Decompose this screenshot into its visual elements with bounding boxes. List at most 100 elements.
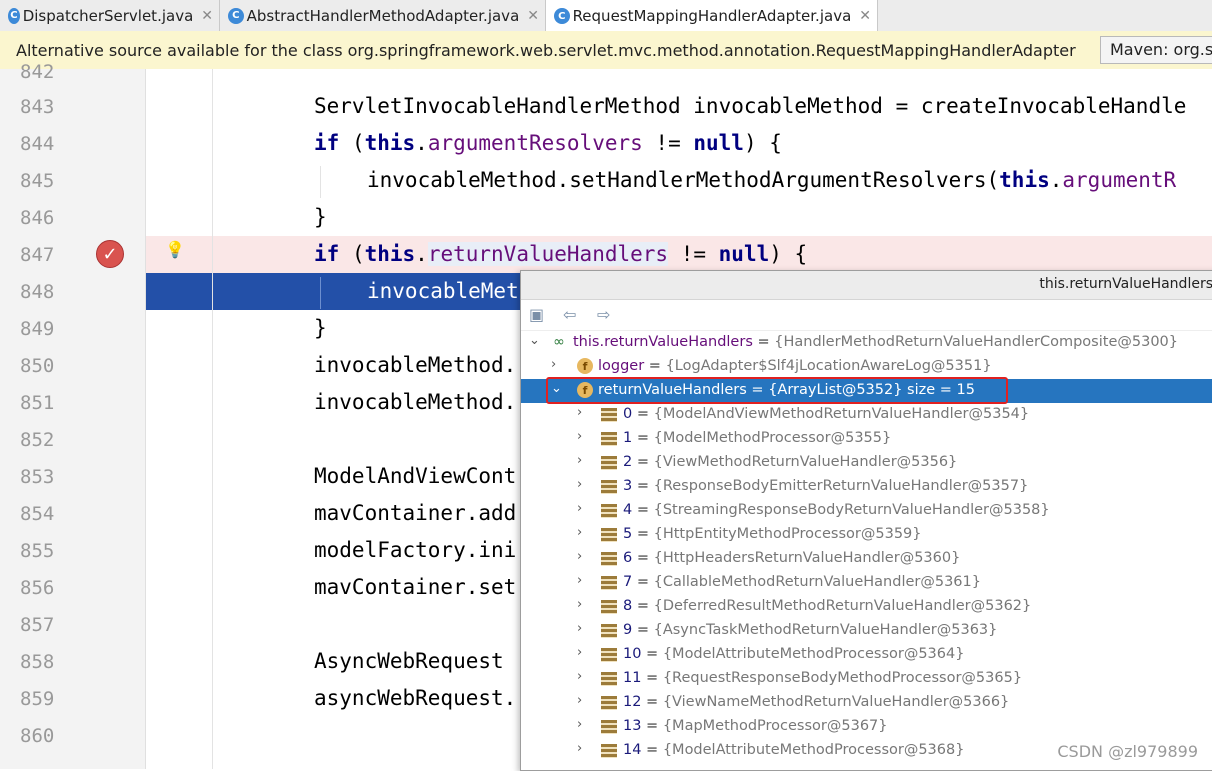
- tab-abstract-handler-method-adapter[interactable]: C AbstractHandlerMethodAdapter.java ✕: [220, 0, 546, 31]
- chevron-right-icon[interactable]: ›: [577, 717, 582, 732]
- tree-row-item[interactable]: › 3 = {ResponseBodyEmitterReturnValueHand…: [521, 475, 1212, 499]
- line-number: 843: [20, 96, 55, 118]
- code-line-854: mavContainer.add: [314, 501, 517, 525]
- banner-message: Alternative source available for the cla…: [16, 41, 1076, 60]
- chevron-right-icon[interactable]: ›: [577, 597, 582, 612]
- chevron-right-icon[interactable]: ›: [577, 693, 582, 708]
- field-icon: f: [577, 358, 593, 374]
- watch-icon[interactable]: ▣: [529, 305, 544, 324]
- tree-row-item[interactable]: › 4 = {StreamingResponseBodyReturnValueHa…: [521, 499, 1212, 523]
- class-icon: C: [228, 7, 244, 24]
- chevron-right-icon[interactable]: ›: [577, 525, 582, 540]
- code-line-849: }: [314, 316, 327, 340]
- watch-variable-icon: ∞: [553, 334, 565, 350]
- tree-row-item[interactable]: › 1 = {ModelMethodProcessor@5355}: [521, 427, 1212, 451]
- code-line-853: ModelAndViewCont: [314, 464, 517, 488]
- close-icon[interactable]: ✕: [201, 8, 213, 24]
- chevron-right-icon[interactable]: ›: [577, 453, 582, 468]
- line-number: 860: [20, 725, 55, 747]
- code-line-850: invocableMethod.: [314, 353, 517, 377]
- code-line-856: mavContainer.set: [314, 575, 517, 599]
- item-value: {ModelMethodProcessor@5355}: [653, 430, 892, 446]
- tree-row-item[interactable]: › 2 = {ViewMethodReturnValueHandler@5356}: [521, 451, 1212, 475]
- popup-toolbar: ▣ ⇦ ⇨: [521, 300, 1212, 331]
- chevron-right-icon[interactable]: ›: [551, 357, 556, 372]
- list-element-icon: [601, 456, 617, 470]
- list-element-icon: [601, 528, 617, 542]
- item-value: {MapMethodProcessor@5367}: [662, 718, 888, 734]
- item-value: {AsyncTaskMethodReturnValueHandler@5363}: [653, 622, 998, 638]
- item-index: 5: [623, 526, 633, 542]
- item-index: 6: [623, 550, 633, 566]
- line-number: 854: [20, 503, 55, 525]
- breakpoint-icon[interactable]: ✓: [96, 240, 124, 268]
- tree-row-item[interactable]: › 12 = {ViewNameMethodReturnValueHandler@…: [521, 691, 1212, 715]
- list-element-icon: [601, 720, 617, 734]
- class-icon: C: [554, 8, 570, 24]
- item-value: {ModelAttributeMethodProcessor@5364}: [662, 646, 965, 662]
- close-icon[interactable]: ✕: [859, 8, 871, 24]
- tree-row-item[interactable]: › 0 = {ModelAndViewMethodReturnValueHandl…: [521, 403, 1212, 427]
- item-value: {ViewNameMethodReturnValueHandler@5366}: [662, 694, 1010, 710]
- code-line-845: invocableMethod.setHandlerMethodArgument…: [367, 168, 1177, 192]
- list-element-icon: [601, 672, 617, 686]
- popup-title-bar[interactable]: this.returnValueHandlers: [521, 271, 1212, 300]
- tree-row-item[interactable]: › 11 = {RequestResponseBodyMethodProcesso…: [521, 667, 1212, 691]
- item-index: 7: [623, 574, 633, 590]
- tab-request-mapping-handler-adapter[interactable]: C RequestMappingHandlerAdapter.java ✕: [546, 0, 878, 32]
- tree-row-logger[interactable]: › f logger = {LogAdapter$Slf4jLocationAw…: [521, 355, 1212, 379]
- list-element-icon: [601, 696, 617, 710]
- line-number: 845: [20, 170, 55, 192]
- line-number: 859: [20, 688, 55, 710]
- tree-row-item[interactable]: › 8 = {DeferredResultMethodReturnValueHan…: [521, 595, 1212, 619]
- tree-row-item[interactable]: › 13 = {MapMethodProcessor@5367}: [521, 715, 1212, 739]
- list-element-icon: [601, 504, 617, 518]
- item-index: 8: [623, 598, 633, 614]
- line-number: 842: [20, 61, 55, 83]
- item-index: 11: [623, 670, 642, 686]
- chevron-right-icon[interactable]: ›: [577, 669, 582, 684]
- maven-source-button[interactable]: Maven: org.sp: [1100, 36, 1212, 64]
- chevron-right-icon[interactable]: ›: [577, 621, 582, 636]
- tab-dispatcher-servlet[interactable]: C DispatcherServlet.java ✕: [0, 0, 220, 31]
- tree-row-item[interactable]: › 7 = {CallableMethodReturnValueHandler@5…: [521, 571, 1212, 595]
- tree-row-item[interactable]: › 9 = {AsyncTaskMethodReturnValueHandler@…: [521, 619, 1212, 643]
- highlight-box: [546, 377, 1008, 404]
- code-line-844: if (this.argumentResolvers != null) {: [314, 131, 782, 155]
- tab-label: AbstractHandlerMethodAdapter.java: [246, 6, 520, 25]
- alternative-source-banner: Alternative source available for the cla…: [0, 31, 1212, 70]
- list-element-icon: [601, 576, 617, 590]
- tree-row-item[interactable]: › 6 = {HttpHeadersReturnValueHandler@5360…: [521, 547, 1212, 571]
- indent-guide: [320, 166, 321, 198]
- back-arrow-icon[interactable]: ⇦: [563, 305, 576, 324]
- line-number: 849: [20, 318, 55, 340]
- tree-row-item[interactable]: › 5 = {HttpEntityMethodProcessor@5359}: [521, 523, 1212, 547]
- chevron-right-icon[interactable]: ›: [577, 501, 582, 516]
- chevron-right-icon[interactable]: ›: [577, 549, 582, 564]
- tab-label: DispatcherServlet.java: [22, 6, 194, 25]
- item-value: {CallableMethodReturnValueHandler@5361}: [653, 574, 981, 590]
- tree-row-root[interactable]: ⌄ ∞ this.returnValueHandlers = {HandlerM…: [521, 331, 1212, 355]
- item-index: 10: [623, 646, 642, 662]
- chevron-right-icon[interactable]: ›: [577, 405, 582, 420]
- chevron-down-icon[interactable]: ⌄: [529, 333, 540, 348]
- chevron-right-icon[interactable]: ›: [577, 477, 582, 492]
- debug-value-popup[interactable]: this.returnValueHandlers ▣ ⇦ ⇨ ⌄ ∞ this.…: [520, 270, 1212, 771]
- item-value: {ModelAttributeMethodProcessor@5368}: [662, 742, 965, 758]
- item-value: {StreamingResponseBodyReturnValueHandler…: [653, 502, 1050, 518]
- chevron-right-icon[interactable]: ›: [577, 573, 582, 588]
- line-number: 858: [20, 651, 55, 673]
- item-value: {ViewMethodReturnValueHandler@5356}: [653, 454, 958, 470]
- editor-tab-bar: C DispatcherServlet.java ✕ C AbstractHan…: [0, 0, 1212, 32]
- close-icon[interactable]: ✕: [527, 8, 539, 24]
- forward-arrow-icon[interactable]: ⇨: [597, 305, 610, 324]
- chevron-right-icon[interactable]: ›: [577, 429, 582, 444]
- chevron-right-icon[interactable]: ›: [577, 645, 582, 660]
- code-line-851: invocableMethod.: [314, 390, 517, 414]
- popup-title: this.returnValueHandlers: [1039, 276, 1212, 292]
- tree-row-item[interactable]: › 10 = {ModelAttributeMethodProcessor@536…: [521, 643, 1212, 667]
- lightbulb-icon[interactable]: 💡: [165, 240, 185, 259]
- chevron-right-icon[interactable]: ›: [577, 741, 582, 756]
- item-index: 4: [623, 502, 633, 518]
- list-element-icon: [601, 600, 617, 614]
